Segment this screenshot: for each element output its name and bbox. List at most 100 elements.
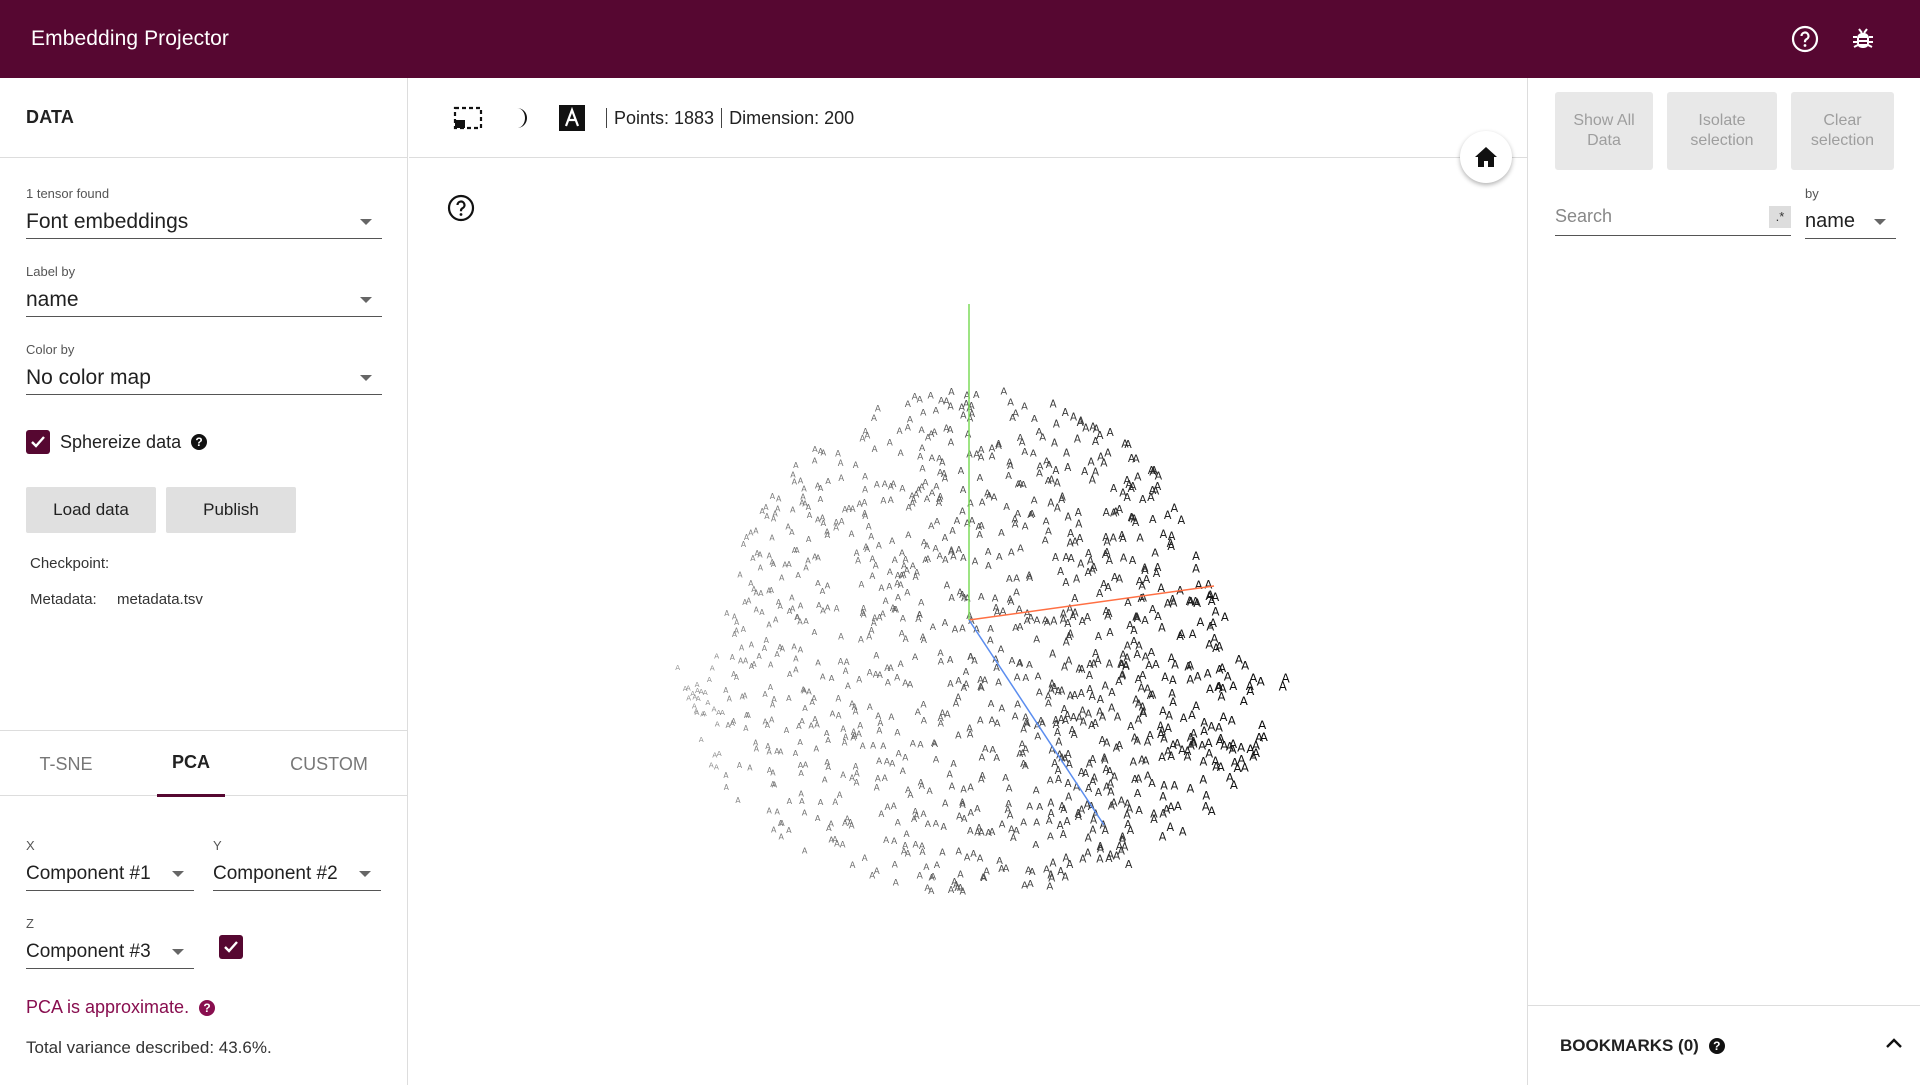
point-label[interactable]: A <box>753 738 759 747</box>
point-label[interactable]: A <box>1178 514 1186 527</box>
point-label[interactable]: A <box>794 546 800 555</box>
point-label[interactable]: A <box>1120 551 1128 564</box>
point-label[interactable]: A <box>964 853 971 864</box>
point-label[interactable]: A <box>922 478 929 488</box>
point-label[interactable]: A <box>741 625 747 634</box>
point-label[interactable]: A <box>1050 399 1057 410</box>
point-label[interactable]: A <box>799 497 805 507</box>
point-label[interactable]: A <box>873 670 879 680</box>
point-label[interactable]: A <box>970 849 977 860</box>
point-label[interactable]: A <box>1150 807 1158 820</box>
point-label[interactable]: A <box>1096 588 1104 600</box>
point-label[interactable]: A <box>933 819 940 830</box>
point-label[interactable]: A <box>675 663 680 672</box>
point-label[interactable]: A <box>862 854 868 864</box>
point-label[interactable]: A <box>771 695 777 704</box>
isolate-selection-button[interactable]: Isolate selection <box>1667 92 1777 170</box>
point-label[interactable]: A <box>775 807 781 816</box>
point-label[interactable]: A <box>1071 729 1078 741</box>
point-label[interactable]: A <box>1062 407 1069 419</box>
point-label[interactable]: A <box>1135 804 1143 817</box>
point-label[interactable]: A <box>797 737 803 747</box>
point-label[interactable]: A <box>1052 553 1059 564</box>
point-label[interactable]: A <box>1088 720 1096 732</box>
point-label[interactable]: A <box>866 632 872 642</box>
point-label[interactable]: A <box>854 769 860 779</box>
point-label[interactable]: A <box>1131 773 1139 786</box>
point-label[interactable]: A <box>874 480 880 490</box>
point-label[interactable]: A <box>1006 458 1013 469</box>
point-label[interactable]: A <box>978 521 985 532</box>
point-label[interactable]: A <box>1118 529 1126 542</box>
point-label[interactable]: A <box>1077 417 1085 429</box>
point-label[interactable]: A <box>880 610 886 620</box>
point-label[interactable]: A <box>700 709 705 718</box>
point-label[interactable]: A <box>1279 680 1288 694</box>
point-label[interactable]: A <box>960 485 967 496</box>
point-label[interactable]: A <box>1125 478 1133 491</box>
point-label[interactable]: A <box>894 673 900 683</box>
point-label[interactable]: A <box>699 735 704 744</box>
point-label[interactable]: A <box>1014 673 1021 684</box>
point-label[interactable]: A <box>957 870 964 881</box>
point-label[interactable]: A <box>1204 667 1212 681</box>
point-label[interactable]: A <box>730 719 736 728</box>
point-label[interactable]: A <box>840 839 846 849</box>
point-label[interactable]: A <box>1167 821 1175 834</box>
point-label[interactable]: A <box>1095 787 1103 799</box>
point-label[interactable]: A <box>1055 737 1062 748</box>
load-data-button[interactable]: Load data <box>26 487 156 533</box>
point-label[interactable]: A <box>1151 546 1159 559</box>
point-label[interactable]: A <box>845 682 851 692</box>
point-label[interactable]: A <box>979 771 986 782</box>
point-label[interactable]: A <box>952 625 959 636</box>
clear-selection-button[interactable]: Clear selection <box>1791 92 1894 170</box>
point-label[interactable]: A <box>963 680 970 691</box>
point-label[interactable]: A <box>1047 831 1054 842</box>
y-component-dropdown[interactable]: Component #2 <box>213 857 381 891</box>
reset-view-button[interactable] <box>1460 131 1512 183</box>
z-enable-checkbox[interactable] <box>219 935 243 959</box>
point-label[interactable]: A <box>1198 739 1206 753</box>
point-label[interactable]: A <box>786 826 792 835</box>
point-label[interactable]: A <box>730 653 736 662</box>
point-label[interactable]: A <box>1022 744 1029 755</box>
point-label[interactable]: A <box>921 716 928 726</box>
point-label[interactable]: A <box>950 551 957 562</box>
point-label[interactable]: A <box>1105 582 1113 594</box>
point-label[interactable]: A <box>802 807 808 817</box>
point-label[interactable]: A <box>1012 519 1019 530</box>
point-label[interactable]: A <box>922 556 929 566</box>
point-label[interactable]: A <box>900 615 906 625</box>
point-label[interactable]: A <box>1132 516 1140 529</box>
point-label[interactable]: A <box>1124 798 1132 811</box>
point-label[interactable]: A <box>750 554 756 563</box>
point-label[interactable]: A <box>1165 709 1173 722</box>
point-label[interactable]: A <box>1167 801 1175 814</box>
point-label[interactable]: A <box>1084 848 1092 860</box>
point-label[interactable]: A <box>1105 853 1113 865</box>
point-label[interactable]: A <box>1094 655 1102 667</box>
point-label[interactable]: A <box>748 529 754 538</box>
point-label[interactable]: A <box>779 833 785 842</box>
point-label[interactable]: A <box>895 819 901 829</box>
point-label[interactable]: A <box>1014 699 1021 710</box>
point-label[interactable]: A <box>753 527 759 536</box>
point-label[interactable]: A <box>1146 729 1154 742</box>
point-label[interactable]: A <box>1065 778 1072 790</box>
point-label[interactable]: A <box>1212 754 1220 768</box>
point-label[interactable]: A <box>1134 471 1142 484</box>
point-label[interactable]: A <box>1055 775 1062 786</box>
point-label[interactable]: A <box>1046 816 1053 827</box>
point-label[interactable]: A <box>815 658 821 668</box>
point-label[interactable]: A <box>1043 516 1050 527</box>
point-label[interactable]: A <box>927 787 934 797</box>
point-label[interactable]: A <box>884 664 890 674</box>
point-label[interactable]: A <box>1178 744 1186 757</box>
point-label[interactable]: A <box>769 716 775 725</box>
point-label[interactable]: A <box>1017 543 1024 554</box>
point-label[interactable]: A <box>1124 818 1132 831</box>
point-label[interactable]: A <box>907 415 914 425</box>
point-label[interactable]: A <box>1138 580 1146 593</box>
point-label[interactable]: A <box>1076 533 1084 545</box>
